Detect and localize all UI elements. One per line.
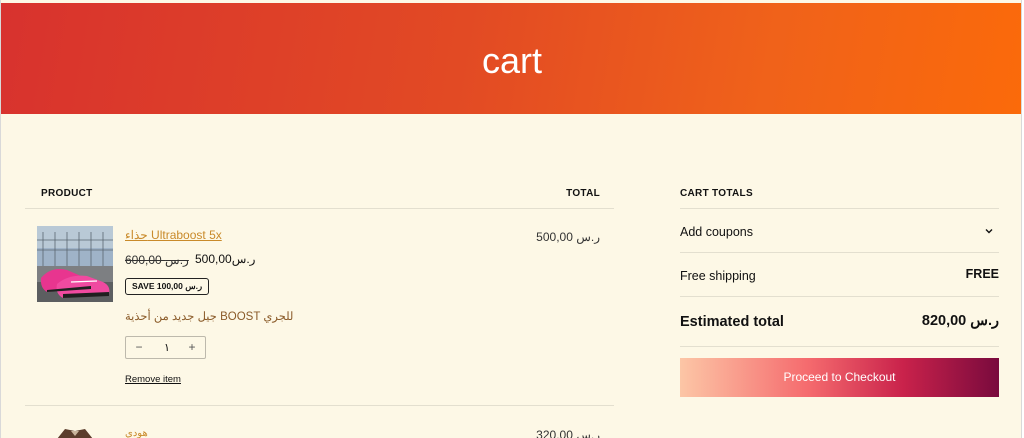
- product-name-link[interactable]: حذاء Ultraboost 5x: [125, 228, 222, 242]
- total-column-header: TOTAL: [566, 188, 600, 199]
- add-coupons-label: Add coupons: [680, 225, 753, 239]
- quantity-input[interactable]: ١: [156, 341, 178, 354]
- estimated-total-row: Estimated total 820,00 ر.س: [680, 313, 999, 331]
- proceed-to-checkout-button[interactable]: Proceed to Checkout: [680, 358, 999, 397]
- cart-totals-header: CART TOTALS: [680, 188, 753, 199]
- totals-divider: [680, 252, 999, 253]
- increase-quantity-button[interactable]: +: [185, 340, 199, 355]
- shipping-row: Free shipping FREE: [680, 267, 999, 283]
- product-description: جيل جديد من أحذية BOOST للجري: [125, 311, 294, 323]
- save-badge: SAVE 100,00 ر.س: [125, 278, 210, 295]
- shipping-label: Free shipping: [680, 269, 756, 283]
- decrease-quantity-button[interactable]: −: [132, 340, 146, 355]
- product-column-header: PRODUCT: [41, 188, 93, 199]
- original-price: 600,00 ر.س: [125, 253, 189, 267]
- totals-divider: [680, 346, 999, 347]
- product-image[interactable]: [47, 426, 103, 438]
- totals-divider: [680, 296, 999, 297]
- page-header: cart: [1, 3, 1021, 114]
- line-total: 320,00 ر.س: [536, 428, 600, 438]
- quantity-stepper: − ١ +: [125, 336, 206, 359]
- table-header-divider: [25, 208, 614, 209]
- remove-item-link[interactable]: Remove item: [125, 374, 181, 385]
- estimated-total-label: Estimated total: [680, 314, 784, 330]
- sale-price: 500,00ر.س: [195, 252, 256, 266]
- product-name-link[interactable]: هودي: [125, 428, 148, 438]
- cart-page: cart PRODUCT TOTAL حذاء Ultraboost 5x 60: [0, 0, 1022, 438]
- page-title: cart: [481, 40, 542, 81]
- chevron-down-icon[interactable]: [983, 225, 995, 237]
- add-coupons-toggle[interactable]: Add coupons: [680, 223, 999, 239]
- estimated-total-value: 820,00 ر.س: [921, 313, 999, 329]
- product-image[interactable]: [37, 226, 113, 302]
- totals-divider: [680, 208, 999, 209]
- line-total: 500,00 ر.س: [536, 230, 600, 244]
- row-divider: [25, 405, 614, 406]
- shipping-value: FREE: [965, 267, 999, 281]
